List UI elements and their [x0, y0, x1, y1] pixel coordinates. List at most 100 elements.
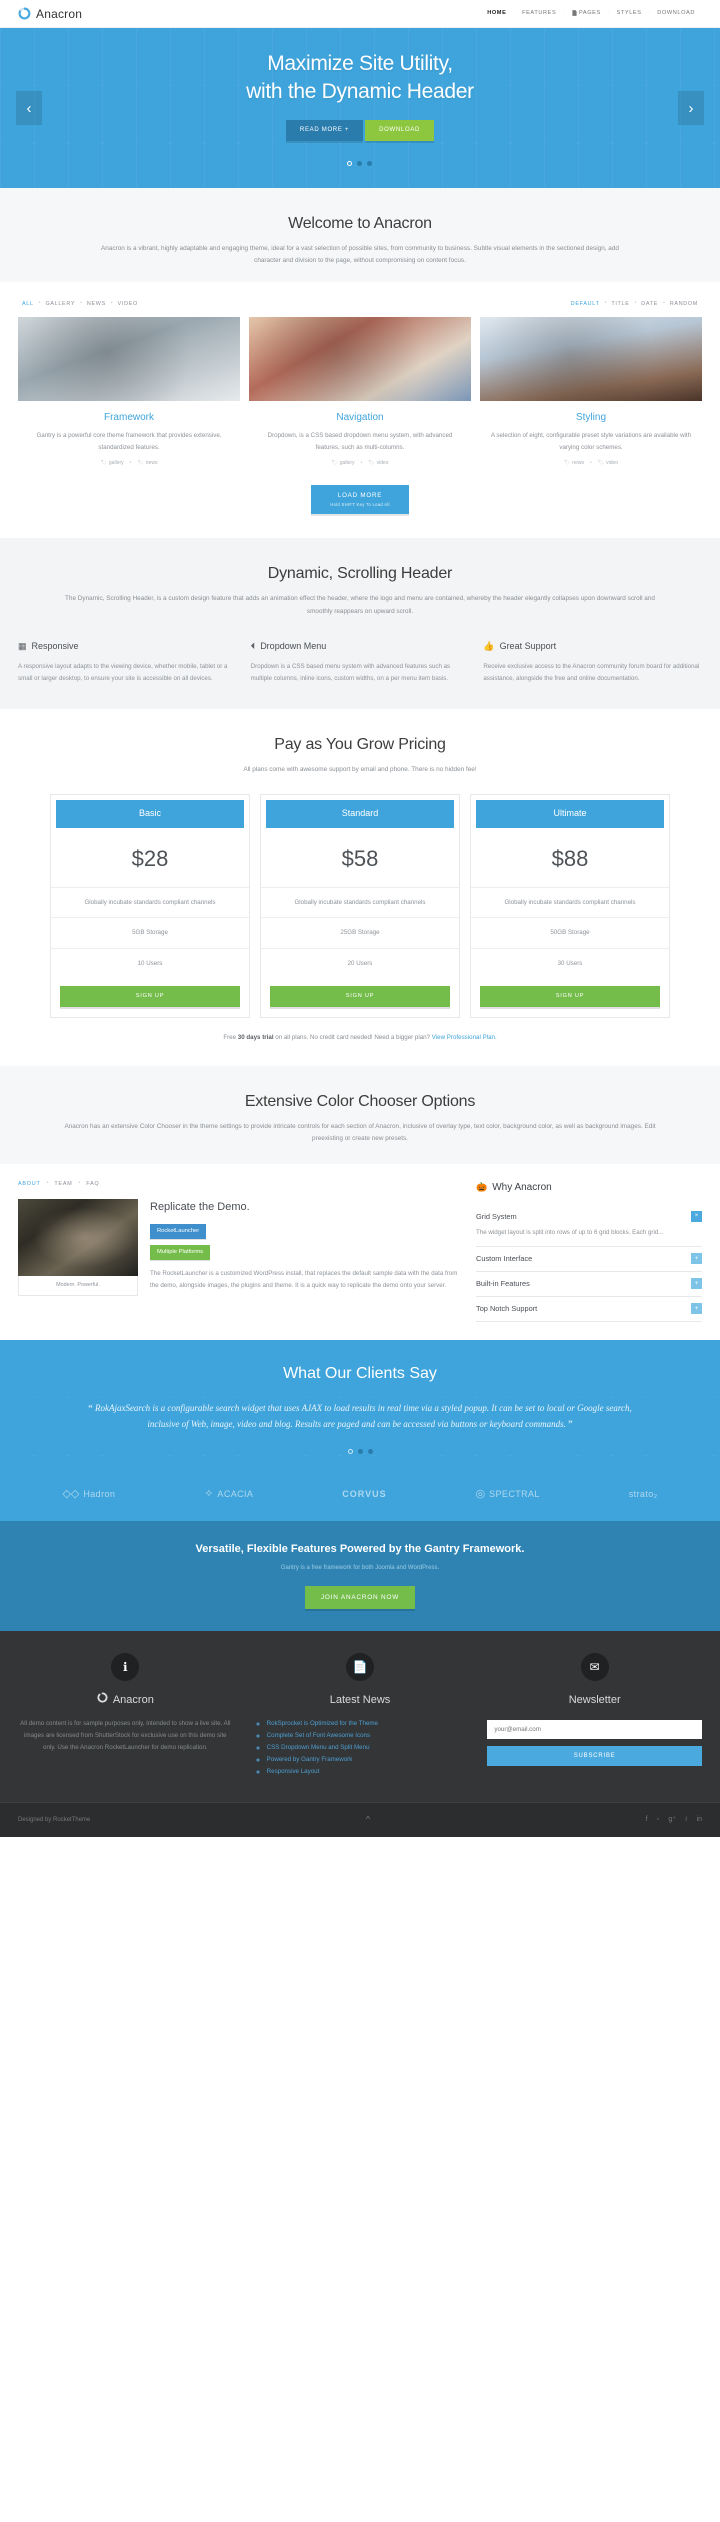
tag[interactable]: 🏷 news	[564, 460, 584, 468]
linkedin-icon[interactable]: in	[697, 1815, 702, 1826]
feature-title: Dropdown Menu	[260, 641, 327, 652]
hero-next-arrow-icon[interactable]: ›	[678, 91, 704, 125]
filter-all[interactable]: ALL	[22, 300, 34, 308]
subscribe-button[interactable]: SUBSCRIBE	[487, 1745, 703, 1766]
accordion-header[interactable]: Grid System ×	[476, 1210, 702, 1222]
logo-strato[interactable]: strato₂	[629, 1488, 658, 1502]
scroll-to-top-icon[interactable]: ^	[366, 1813, 370, 1827]
nav-item-styles[interactable]: STYLES	[610, 9, 649, 17]
sort-date[interactable]: DATE	[641, 300, 658, 308]
sign-up-button[interactable]: SIGN UP	[270, 986, 450, 1007]
nav-item-download[interactable]: DOWNLOAD	[650, 9, 702, 17]
google-plus-icon[interactable]: g⁺	[668, 1815, 676, 1826]
news-list-item[interactable]: Powered by Gantry Framework	[267, 1754, 468, 1766]
read-more-button[interactable]: READ MORE +	[285, 119, 364, 141]
logo-acacia[interactable]: ✧ ACACIA	[204, 1488, 253, 1502]
hero-dot-1[interactable]	[347, 160, 353, 166]
circle-target-icon: ◎	[475, 1488, 486, 1501]
testimonial-dot-1[interactable]	[347, 1448, 353, 1454]
news-list-item[interactable]: CSS Dropdown Menu and Split Menu	[267, 1742, 468, 1754]
nav-label: DOWNLOAD	[657, 10, 695, 17]
portfolio-thumbnail[interactable]	[480, 317, 702, 402]
sort-default[interactable]: DEFAULT	[571, 300, 600, 308]
logo-label: CORVUS	[342, 1488, 387, 1499]
logo-corvus[interactable]: CORVUS	[342, 1488, 386, 1502]
twitter-icon[interactable]: ᵕ	[657, 1815, 660, 1826]
accordion-item-top-notch-support[interactable]: Top Notch Support +	[476, 1297, 702, 1323]
accordion-close-icon[interactable]: ×	[691, 1210, 702, 1222]
pricing-title: Pay as You Grow Pricing	[274, 735, 446, 753]
rss-icon[interactable]: ≀	[685, 1815, 688, 1826]
news-link[interactable]: CSS Dropdown Menu and Split Menu	[267, 1744, 370, 1751]
cta-section: Versatile, Flexible Features Powered by …	[0, 1521, 720, 1632]
nav-item-features[interactable]: FEATURES	[515, 9, 563, 17]
portfolio-card-title[interactable]: Styling	[480, 410, 702, 425]
accordion-header[interactable]: Built-in Features +	[476, 1278, 702, 1290]
accordion-expand-icon[interactable]: +	[691, 1253, 702, 1265]
badge-rocketlauncher[interactable]: RocketLauncher	[150, 1224, 207, 1240]
load-more-button[interactable]: LOAD MORE Hold SHIFT Key To Load All	[311, 484, 409, 515]
testimonial-dot-3[interactable]	[367, 1448, 373, 1454]
accordion-item-built-in-features[interactable]: Built-in Features +	[476, 1272, 702, 1298]
tag[interactable]: 🏷 gallery	[331, 460, 354, 468]
accordion-header[interactable]: Custom Interface +	[476, 1253, 702, 1265]
portfolio-card[interactable]: Framework Gantry is a powerful core them…	[18, 317, 240, 467]
news-list-item[interactable]: RokSprocket is Optimized for the Theme	[267, 1718, 468, 1730]
accordion-expand-icon[interactable]: +	[691, 1303, 702, 1315]
portfolio-card-title[interactable]: Navigation	[249, 410, 471, 425]
newsletter-email-input[interactable]	[487, 1719, 703, 1739]
sign-up-button[interactable]: SIGN UP	[480, 986, 660, 1007]
tab-about[interactable]: ABOUT	[18, 1180, 41, 1188]
logo-hadron[interactable]: ◇◇ Hadron	[62, 1488, 115, 1502]
tag[interactable]: 🏷 gallery	[101, 460, 124, 468]
nav-item-home[interactable]: HOME	[480, 9, 513, 17]
accordion-item-grid-system[interactable]: Grid System × The widget layout is split…	[476, 1205, 702, 1248]
accordion-body: The widget layout is split into rows of …	[476, 1228, 664, 1236]
news-link[interactable]: RokSprocket is Optimized for the Theme	[267, 1720, 378, 1727]
circular-spinner-logo-icon	[97, 1692, 108, 1709]
cta-title: Versatile, Flexible Features Powered by …	[195, 1543, 525, 1556]
hero-prev-arrow-icon[interactable]: ‹	[16, 91, 42, 125]
filter-gallery[interactable]: GALLERY	[45, 300, 75, 308]
news-list-item[interactable]: Responsive Layout	[267, 1766, 468, 1778]
view-professional-plan-link[interactable]: View Professional Plan.	[432, 1034, 497, 1041]
news-link[interactable]: Responsive Layout	[267, 1768, 320, 1775]
portfolio-card[interactable]: Styling A selection of eight, configurab…	[480, 317, 702, 467]
portfolio-filter-group-right: DEFAULT • TITLE • DATE • RANDOM	[571, 300, 698, 308]
open-quote-icon: “	[88, 1403, 93, 1414]
sign-up-button[interactable]: SIGN UP	[60, 986, 240, 1007]
portfolio-card-title[interactable]: Framework	[18, 410, 240, 425]
sort-title[interactable]: TITLE	[611, 300, 629, 308]
news-list-item[interactable]: Complete Set of Font Awesome Icons	[267, 1730, 468, 1742]
testimonial-dot-2[interactable]	[357, 1448, 363, 1454]
join-anacron-button[interactable]: JOIN ANACRON NOW	[304, 1585, 416, 1610]
tag[interactable]: 🏷 news	[137, 460, 157, 468]
accordion-expand-icon[interactable]: +	[691, 1278, 702, 1290]
news-link[interactable]: Complete Set of Font Awesome Icons	[267, 1732, 370, 1739]
badge-multiple-platforms[interactable]: Multiple Platforms	[150, 1245, 211, 1260]
tag[interactable]: 🏷 video	[598, 460, 618, 468]
filter-separator: •	[634, 300, 637, 307]
facebook-icon[interactable]: f	[646, 1815, 648, 1826]
portfolio-thumbnail[interactable]	[249, 317, 471, 402]
logo-spectral[interactable]: ◎ SPECTRAL	[476, 1488, 540, 1502]
portfolio-card[interactable]: Navigation Dropdown, is a CSS based drop…	[249, 317, 471, 467]
portfolio-thumbnail[interactable]	[18, 317, 240, 402]
why-anacron-panel: 🎃 Why Anacron Grid System × The widget l…	[476, 1180, 702, 1323]
tab-team[interactable]: TEAM	[54, 1180, 72, 1188]
accordion-header[interactable]: Top Notch Support +	[476, 1303, 702, 1315]
hero-dot-2[interactable]	[357, 160, 363, 166]
brand[interactable]: Anacron	[18, 5, 82, 23]
hero-dot-3[interactable]	[367, 160, 373, 166]
portfolio-filter-group-left: ALL • GALLERY • NEWS • VIDEO	[22, 300, 138, 308]
tab-faq[interactable]: FAQ	[86, 1180, 99, 1188]
download-button[interactable]: DOWNLOAD	[365, 119, 435, 141]
client-logos: ◇◇ Hadron ✧ ACACIA CORVUS ◎ SPECTRAL str…	[0, 1473, 720, 1522]
tag[interactable]: 🏷 video	[368, 460, 388, 468]
sort-random[interactable]: RANDOM	[670, 300, 698, 308]
filter-news[interactable]: NEWS	[87, 300, 106, 308]
filter-video[interactable]: VIDEO	[118, 300, 138, 308]
news-link[interactable]: Powered by Gantry Framework	[267, 1756, 353, 1763]
nav-item-pages[interactable]: PAGES	[565, 9, 608, 17]
accordion-item-custom-interface[interactable]: Custom Interface +	[476, 1247, 702, 1273]
